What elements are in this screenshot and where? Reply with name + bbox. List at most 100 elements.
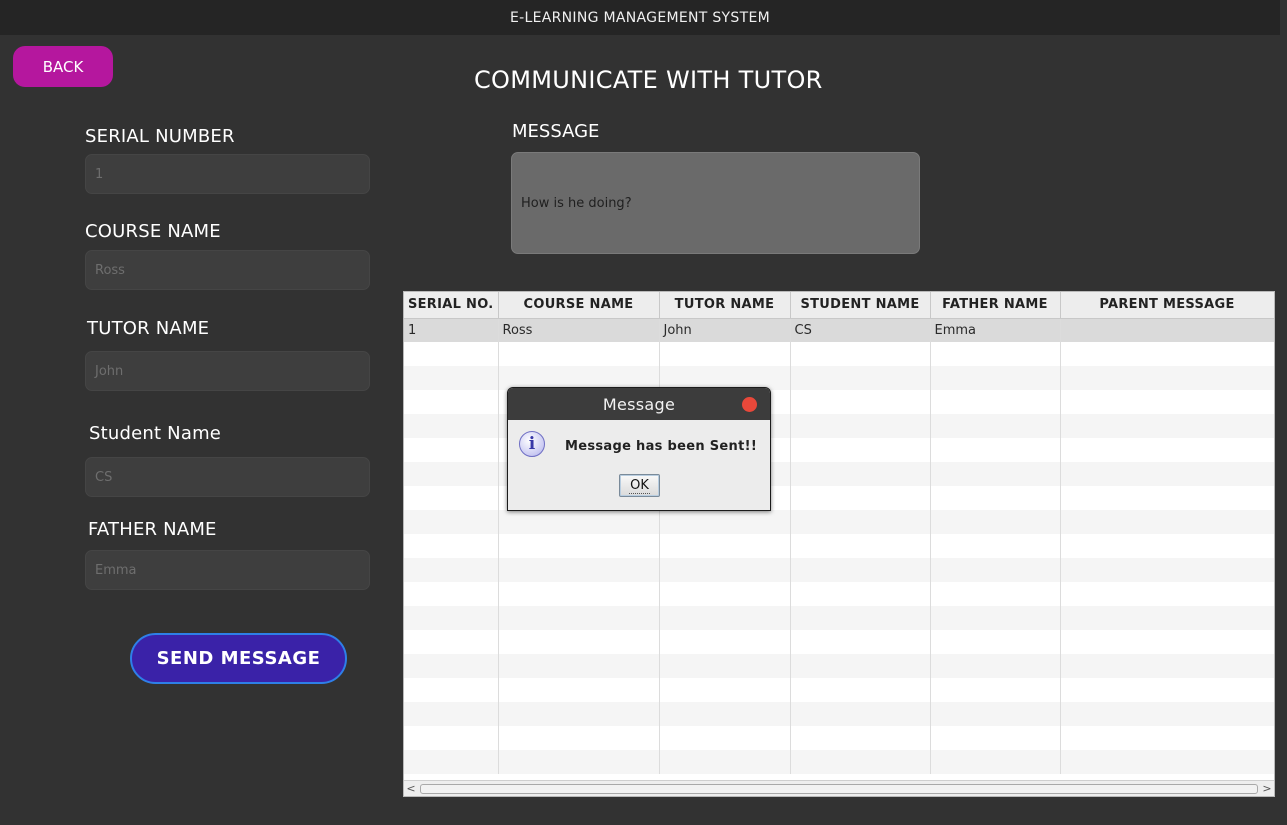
table-cell	[790, 534, 931, 558]
table-cell	[1060, 702, 1274, 726]
table-cell: John	[659, 318, 791, 342]
ok-button-label: OK	[629, 477, 650, 494]
table-row[interactable]	[404, 342, 1274, 366]
student-name-label: Student Name	[89, 423, 222, 444]
table-cell	[930, 750, 1061, 774]
table-cell	[659, 510, 791, 534]
table-cell	[930, 630, 1061, 654]
table-cell	[498, 606, 660, 630]
table-cell: Emma	[930, 318, 1061, 342]
table-cell	[790, 510, 931, 534]
table-row[interactable]	[404, 750, 1274, 774]
table-row[interactable]	[404, 510, 1274, 534]
table-cell	[930, 390, 1061, 414]
father-name-field[interactable]: Emma	[85, 550, 370, 590]
table-cell	[790, 366, 931, 390]
course-name-field[interactable]: Ross	[85, 250, 370, 290]
table-row[interactable]	[404, 534, 1274, 558]
table-row[interactable]	[404, 630, 1274, 654]
table-cell	[404, 366, 499, 390]
table-cell	[659, 726, 791, 750]
table-row[interactable]	[404, 702, 1274, 726]
table-cell	[930, 702, 1061, 726]
table-cell	[790, 726, 931, 750]
table-cell	[404, 630, 499, 654]
table-cell	[404, 678, 499, 702]
table-cell	[404, 726, 499, 750]
course-name-label: COURSE NAME	[85, 221, 221, 242]
dialog-message: Message has been Sent!!	[565, 439, 758, 454]
table-row[interactable]	[404, 558, 1274, 582]
table-row[interactable]	[404, 606, 1274, 630]
close-icon[interactable]	[742, 397, 757, 412]
table-cell	[930, 438, 1061, 462]
table-cell	[404, 582, 499, 606]
table-cell	[1060, 342, 1274, 366]
table-cell	[404, 702, 499, 726]
column-header[interactable]: TUTOR NAME	[659, 292, 791, 319]
table-cell	[659, 582, 791, 606]
messages-table[interactable]: SERIAL NO. COURSE NAME TUTOR NAME STUDEN…	[403, 291, 1275, 797]
table-cell: CS	[790, 318, 931, 342]
table-cell	[659, 534, 791, 558]
column-header[interactable]: SERIAL NO.	[404, 292, 499, 319]
table-cell: 1	[404, 318, 499, 342]
send-message-button[interactable]: SEND MESSAGE	[130, 633, 347, 684]
table-cell	[790, 414, 931, 438]
table-cell	[498, 342, 660, 366]
table-cell	[790, 438, 931, 462]
table-cell	[1060, 414, 1274, 438]
tutor-name-field[interactable]: John	[85, 351, 370, 391]
table-row[interactable]	[404, 654, 1274, 678]
table-cell	[1060, 750, 1274, 774]
horizontal-scrollbar[interactable]: < >	[404, 780, 1274, 796]
table-cell	[790, 582, 931, 606]
ok-button[interactable]: OK	[619, 474, 660, 497]
column-header[interactable]: COURSE NAME	[498, 292, 660, 319]
table-row[interactable]	[404, 726, 1274, 750]
scrollbar-thumb[interactable]	[420, 783, 1258, 794]
table-row[interactable]: 1 Ross John CS Emma	[404, 318, 1274, 342]
table-cell	[498, 510, 660, 534]
info-icon: i	[519, 431, 545, 457]
table-cell	[404, 390, 499, 414]
table-cell	[1060, 534, 1274, 558]
table-cell	[659, 606, 791, 630]
table-cell	[930, 486, 1061, 510]
column-header[interactable]: PARENT MESSAGE	[1060, 292, 1274, 319]
table-cell	[790, 390, 931, 414]
column-header[interactable]: FATHER NAME	[930, 292, 1061, 319]
back-button[interactable]: BACK	[13, 46, 113, 87]
table-cell	[659, 678, 791, 702]
table-cell	[498, 558, 660, 582]
table-cell	[790, 630, 931, 654]
serial-number-field[interactable]: 1	[85, 154, 370, 194]
table-cell	[930, 534, 1061, 558]
table-cell	[930, 510, 1061, 534]
table-cell	[498, 534, 660, 558]
student-name-field[interactable]: CS	[85, 457, 370, 497]
table-row[interactable]	[404, 582, 1274, 606]
message-textarea[interactable]: How is he doing?	[511, 152, 920, 254]
table-cell	[1060, 438, 1274, 462]
table-cell	[659, 702, 791, 726]
table-cell	[404, 486, 499, 510]
table-cell	[404, 606, 499, 630]
scroll-left-icon[interactable]: <	[404, 782, 418, 795]
table-cell	[930, 342, 1061, 366]
table-cell	[1060, 726, 1274, 750]
table-cell	[404, 462, 499, 486]
tutor-name-label: TUTOR NAME	[87, 318, 210, 339]
table-cell	[498, 702, 660, 726]
table-cell	[930, 678, 1061, 702]
scroll-right-icon[interactable]: >	[1260, 782, 1274, 795]
table-cell	[1060, 390, 1274, 414]
table-cell	[1060, 486, 1274, 510]
page-title: COMMUNICATE WITH TUTOR	[474, 66, 823, 94]
table-cell	[659, 630, 791, 654]
table-row[interactable]	[404, 678, 1274, 702]
column-header[interactable]: STUDENT NAME	[790, 292, 931, 319]
table-cell	[930, 462, 1061, 486]
table-cell	[404, 534, 499, 558]
message-label: MESSAGE	[512, 121, 600, 142]
